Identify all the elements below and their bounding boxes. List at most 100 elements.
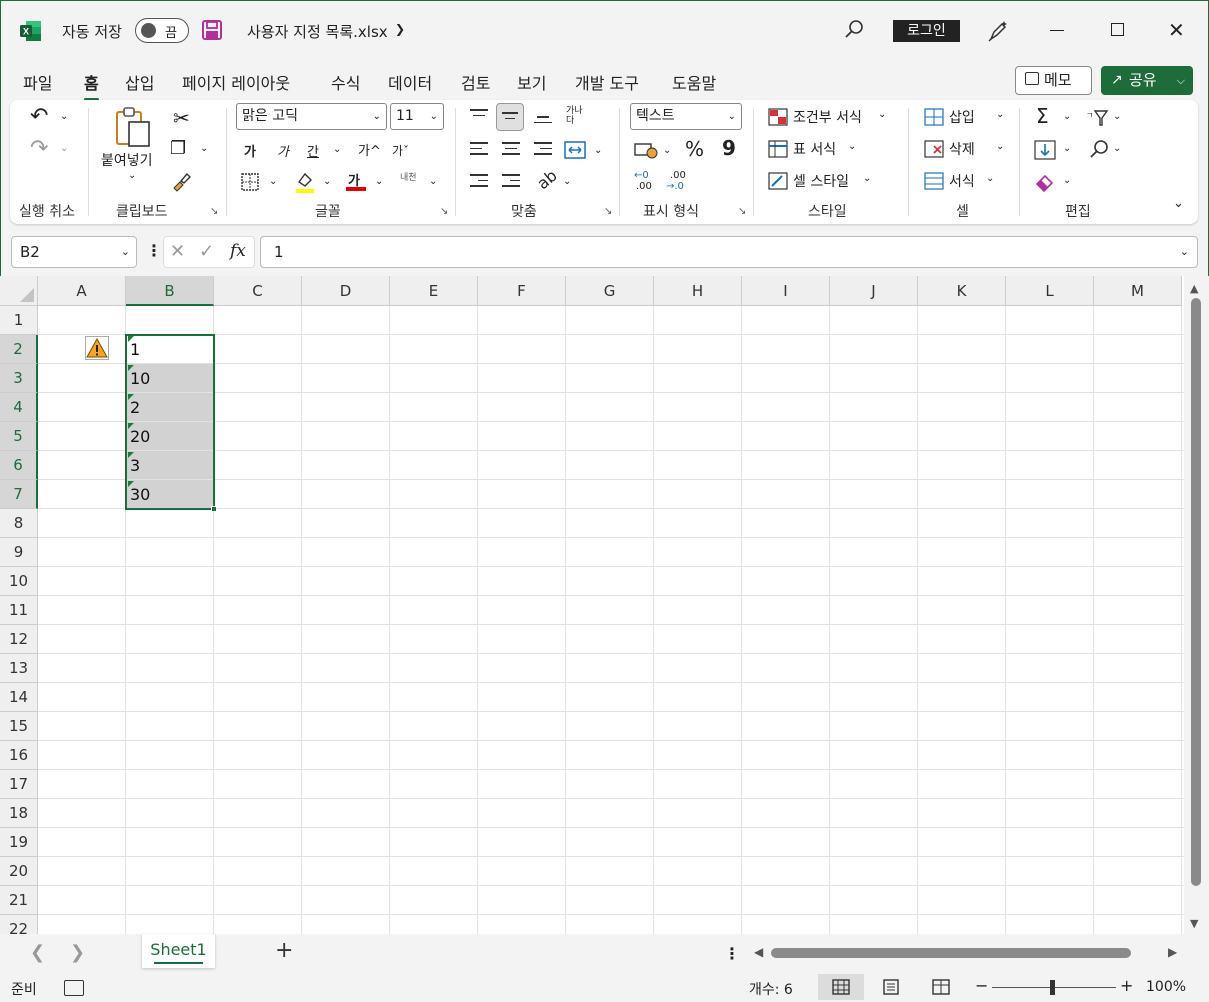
- column-header-e[interactable]: E: [390, 276, 478, 306]
- status-count[interactable]: 개수: 6: [749, 979, 793, 999]
- row-header-8[interactable]: 8: [0, 509, 38, 538]
- increase-indent-icon[interactable]: [502, 174, 520, 191]
- column-header-a[interactable]: A: [38, 276, 126, 306]
- prev-sheet-icon[interactable]: ❮: [30, 942, 45, 963]
- chevron-down-icon[interactable]: ⌄: [333, 144, 341, 155]
- dialog-launcher-icon[interactable]: ↘: [440, 206, 448, 217]
- tab-view[interactable]: 보기: [517, 70, 546, 94]
- tab-file[interactable]: 파일: [23, 70, 52, 94]
- chevron-down-icon[interactable]: ⌄: [1063, 111, 1071, 122]
- redo-icon[interactable]: ↷: [30, 136, 48, 161]
- formula-input[interactable]: 1 ⌄: [260, 236, 1198, 268]
- macro-record-icon[interactable]: [64, 980, 84, 996]
- row-header-5[interactable]: 5: [0, 422, 38, 451]
- more-options-icon[interactable]: ⋮: [724, 944, 740, 963]
- align-left-icon[interactable]: [470, 142, 488, 159]
- insert-cells-button[interactable]: 삽입 ⌄: [924, 106, 1010, 130]
- chevron-down-icon[interactable]: ⌄: [1063, 175, 1071, 186]
- scroll-down-icon[interactable]: ▼: [1190, 917, 1198, 930]
- underline-button[interactable]: 간: [307, 141, 319, 160]
- autosave-toggle[interactable]: 끔: [135, 18, 189, 43]
- chevron-down-icon[interactable]: ⌄: [60, 111, 68, 122]
- increase-decimal-button[interactable]: ←0 .00: [634, 170, 660, 194]
- scroll-left-icon[interactable]: ◀: [754, 945, 763, 959]
- designer-pen-icon[interactable]: [985, 18, 1011, 44]
- chevron-down-icon[interactable]: ⌄: [429, 176, 437, 187]
- chevron-down-icon[interactable]: ⌄: [563, 176, 571, 187]
- search-icon[interactable]: [842, 18, 866, 42]
- chevron-down-icon[interactable]: ❯: [395, 22, 405, 36]
- sheet-tab[interactable]: Sheet1: [142, 934, 215, 968]
- column-header-b[interactable]: B: [126, 276, 214, 306]
- tab-page-layout[interactable]: 페이지 레이아웃: [182, 70, 290, 94]
- borders-icon[interactable]: [240, 172, 260, 192]
- cell-styles-button[interactable]: 셀 스타일 ⌄: [768, 170, 888, 194]
- column-header-g[interactable]: G: [566, 276, 654, 306]
- chevron-down-icon[interactable]: ⌄: [1113, 143, 1121, 154]
- align-middle-button[interactable]: [496, 103, 524, 131]
- insert-function-icon[interactable]: fx: [230, 241, 246, 261]
- cancel-icon[interactable]: ✕: [170, 241, 185, 262]
- more-options-icon[interactable]: ⋮: [146, 241, 162, 260]
- fill-color-icon[interactable]: [294, 170, 316, 194]
- italic-button[interactable]: 가: [277, 141, 289, 160]
- format-cells-button[interactable]: 서식 ⌄: [924, 170, 1010, 194]
- format-painter-icon[interactable]: [170, 170, 192, 192]
- autosum-icon[interactable]: Σ: [1036, 104, 1049, 128]
- font-name-select[interactable]: 맑은 고딕 ⌄: [236, 103, 387, 130]
- number-format-select[interactable]: 텍스트 ⌄: [630, 103, 742, 130]
- row-header-21[interactable]: 21: [0, 886, 38, 915]
- chevron-down-icon[interactable]: ⌄: [663, 145, 671, 156]
- zoom-out-button[interactable]: −: [975, 976, 988, 995]
- row-header-22[interactable]: 22: [0, 915, 38, 934]
- align-bottom-icon[interactable]: [534, 116, 552, 127]
- add-sheet-button[interactable]: +: [275, 938, 293, 963]
- chevron-down-icon[interactable]: ⌵: [1177, 66, 1185, 95]
- dialog-launcher-icon[interactable]: ↘: [738, 206, 746, 217]
- chevron-down-icon[interactable]: ⌄: [60, 143, 68, 154]
- sort-filter-icon[interactable]: ㄱ: [1086, 108, 1110, 128]
- cut-icon[interactable]: ✂: [173, 106, 190, 130]
- zoom-level[interactable]: 100%: [1146, 979, 1186, 995]
- chevron-down-icon[interactable]: ⌄: [323, 176, 331, 187]
- tab-home[interactable]: 홈: [84, 70, 99, 101]
- chevron-down-icon[interactable]: ⌄: [200, 143, 208, 154]
- dialog-launcher-icon[interactable]: ↘: [604, 206, 612, 217]
- decrease-decimal-button[interactable]: .00 →.0: [666, 170, 692, 194]
- row-header-4[interactable]: 4: [0, 393, 38, 422]
- tab-data[interactable]: 데이터: [388, 70, 432, 94]
- maximize-button[interactable]: [1111, 23, 1124, 36]
- row-header-10[interactable]: 10: [0, 567, 38, 596]
- fill-handle[interactable]: [211, 506, 217, 512]
- column-header-k[interactable]: K: [918, 276, 1006, 306]
- row-header-7[interactable]: 7: [0, 480, 38, 509]
- undo-icon[interactable]: ↶: [30, 104, 48, 129]
- conditional-format-button[interactable]: 조건부 서식 ⌄: [768, 106, 898, 130]
- row-header-2[interactable]: 2: [0, 335, 38, 364]
- vertical-scroll-thumb[interactable]: [1191, 298, 1201, 886]
- tab-help[interactable]: 도움말: [672, 70, 716, 94]
- chevron-down-icon[interactable]: ⌄: [594, 145, 602, 156]
- zoom-in-button[interactable]: +: [1120, 976, 1133, 995]
- column-header-i[interactable]: I: [742, 276, 830, 306]
- column-header-j[interactable]: J: [830, 276, 918, 306]
- grow-font-button[interactable]: 가^: [358, 140, 381, 159]
- normal-view-button[interactable]: [818, 974, 864, 1000]
- minimize-button[interactable]: [1050, 30, 1064, 31]
- column-header-h[interactable]: H: [654, 276, 742, 306]
- delete-cells-button[interactable]: 삭제 ⌄: [924, 138, 1010, 162]
- scroll-up-icon[interactable]: ▲: [1190, 282, 1198, 295]
- row-header-15[interactable]: 15: [0, 712, 38, 741]
- row-header-6[interactable]: 6: [0, 451, 38, 480]
- font-size-select[interactable]: 11 ⌄: [390, 103, 444, 130]
- tab-formulas[interactable]: 수식: [331, 70, 360, 94]
- chevron-down-icon[interactable]: ⌄: [121, 237, 130, 267]
- chevron-down-icon[interactable]: ⌄: [1113, 111, 1121, 122]
- tab-insert[interactable]: 삽입: [125, 70, 154, 94]
- phonetic-button[interactable]: 내천: [400, 170, 417, 183]
- tab-developer[interactable]: 개발 도구: [575, 70, 639, 94]
- chevron-down-icon[interactable]: ⌄: [1063, 143, 1071, 154]
- merge-center-icon[interactable]: [564, 140, 586, 160]
- fill-down-icon[interactable]: [1034, 140, 1056, 160]
- column-header-c[interactable]: C: [214, 276, 302, 306]
